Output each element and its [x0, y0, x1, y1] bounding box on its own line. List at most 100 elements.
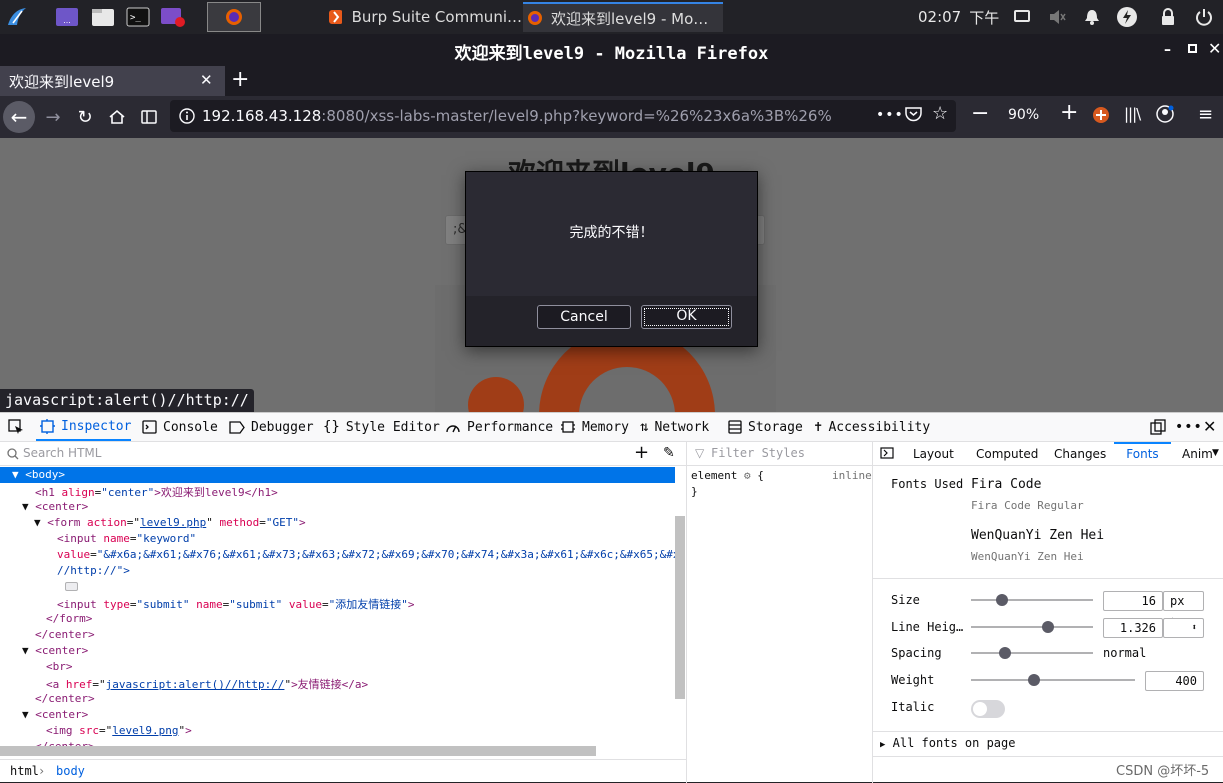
tree-node-img[interactable]: <img src="level9.png"> [46, 724, 192, 740]
back-arrow-icon[interactable]: ← [3, 101, 35, 133]
taskbar-window-firefox[interactable]: 欢迎来到level9 - Mo… [523, 2, 723, 32]
gear-icon[interactable]: ⚙ [744, 469, 751, 482]
tree-node-h1[interactable]: <h1 align="center">欢迎来到level9</h1> [35, 484, 278, 500]
spacing-slider[interactable] [971, 647, 1093, 659]
selected-node-row[interactable] [0, 467, 675, 483]
attr-link[interactable]: level9.png [112, 724, 178, 737]
clock[interactable]: 02:07 下午 [918, 0, 999, 34]
home-icon[interactable] [104, 104, 130, 130]
tree-node-center-close[interactable]: </center> [35, 628, 95, 644]
vertical-scrollbar[interactable] [675, 516, 685, 699]
lock-icon[interactable] [1160, 0, 1176, 34]
devtools-menu-icon[interactable]: ••• [1175, 419, 1203, 435]
reader-sidebar-icon[interactable] [136, 104, 162, 130]
minimize-icon[interactable]: – [1164, 42, 1171, 58]
tab-console[interactable]: Console [142, 413, 218, 441]
tab-layout[interactable]: Layout [913, 447, 954, 461]
app-menu-icon[interactable]: ≡ [1198, 104, 1213, 125]
tab-performance[interactable]: Performance [445, 413, 553, 441]
lineheight-input[interactable]: 1.326 [1103, 618, 1163, 638]
italic-toggle[interactable] [971, 700, 1005, 718]
size-slider[interactable] [971, 594, 1093, 606]
attr-link[interactable]: javascript:alert()//http:// [106, 678, 285, 691]
library-icon[interactable]: |||\ [1124, 105, 1141, 123]
tab-network[interactable]: ⇅ Network [640, 413, 709, 441]
notification-bell-icon[interactable] [1084, 0, 1100, 34]
search-html-input[interactable]: Search HTML [23, 446, 101, 460]
cancel-button[interactable]: Cancel [537, 305, 631, 329]
tab-accessibility[interactable]: ✝ Accessibility [814, 413, 930, 441]
tree-node-form[interactable]: ▼ <form action="level9.php" method="GET"… [34, 516, 306, 532]
display-icon[interactable] [1014, 0, 1030, 34]
workspace-icon[interactable]: ... [54, 4, 80, 30]
tab-computed[interactable]: Computed [976, 447, 1038, 461]
zoom-level[interactable]: 90% [1008, 107, 1039, 123]
bookmark-star-icon[interactable]: ☆ [932, 103, 948, 124]
page-actions-icon[interactable]: ••• [876, 107, 904, 123]
tree-node-input-value[interactable]: value="&#x6a;&#x61;&#x76;&#x61;&#x73;&#x… [57, 548, 675, 564]
tab-close-icon[interactable]: ✕ [200, 71, 213, 89]
size-unit-select[interactable]: px ⬍ [1163, 591, 1204, 626]
screen-recorder-icon[interactable] [160, 4, 186, 30]
weight-slider[interactable] [971, 674, 1135, 686]
account-icon[interactable] [1156, 105, 1174, 127]
breadcrumb-html[interactable]: html [10, 764, 39, 778]
kali-menu-icon[interactable] [4, 4, 30, 30]
tree-node-input-keyword[interactable]: <input name="keyword" [57, 532, 196, 548]
maximize-icon[interactable] [1188, 44, 1197, 53]
tree-node-br[interactable]: <br> [46, 660, 73, 676]
window-close-icon[interactable]: ✕ [1208, 39, 1221, 58]
browser-tab[interactable]: 欢迎来到level9 ✕ [0, 66, 225, 96]
tab-animations[interactable]: Anim [1182, 447, 1213, 461]
zoom-in-icon[interactable]: + [1060, 100, 1078, 125]
lineheight-slider[interactable] [971, 621, 1093, 633]
slider-knob[interactable] [1042, 621, 1054, 633]
zoom-out-icon[interactable]: − [971, 101, 989, 126]
tree-node-center[interactable]: ▼ <center> [22, 500, 88, 516]
dock-options-icon[interactable] [1150, 419, 1166, 439]
forward-arrow-icon[interactable]: → [40, 104, 66, 130]
tree-node-center-2[interactable]: ▼ <center> [22, 644, 88, 660]
site-info-icon[interactable] [178, 107, 196, 125]
new-tab-icon[interactable]: + [231, 67, 249, 93]
tab-memory[interactable]: Memory [560, 413, 629, 441]
slider-knob[interactable] [1028, 674, 1040, 686]
power-manager-icon[interactable] [1116, 0, 1138, 34]
ok-button[interactable]: OK [641, 305, 732, 329]
toggle-pane-icon[interactable] [880, 447, 894, 463]
slider-knob[interactable] [996, 594, 1008, 606]
horizontal-scrollbar[interactable] [0, 746, 596, 756]
tab-storage[interactable]: Storage [728, 413, 803, 441]
tree-node-center-close-2[interactable]: </center> [35, 692, 95, 708]
rule-selector[interactable]: element ⚙ { [691, 469, 764, 482]
firefox-launcher-icon[interactable] [207, 2, 261, 32]
element-picker-icon[interactable] [8, 419, 24, 439]
terminal-icon[interactable]: >_ [125, 4, 151, 30]
tree-node-input-submit[interactable]: <input type="submit" name="submit" value… [57, 596, 414, 612]
devtools-close-icon[interactable]: ✕ [1203, 417, 1216, 436]
taskbar-window-burp[interactable]: Burp Suite Communi… [320, 2, 522, 32]
file-manager-icon[interactable] [90, 4, 116, 30]
tab-fonts[interactable]: Fonts [1114, 442, 1171, 466]
pocket-icon[interactable] [905, 106, 922, 126]
tree-node-center-3[interactable]: ▼ <center> [22, 708, 88, 724]
slider-knob[interactable] [999, 647, 1011, 659]
filter-styles-input[interactable]: Filter Styles [711, 446, 805, 460]
breadcrumb-body[interactable]: body [56, 764, 85, 778]
all-fonts-toggle[interactable]: ▶ All fonts on page [880, 736, 1015, 750]
url-bar[interactable]: 192.168.43.128:8080/xss-labs-master/leve… [170, 100, 956, 132]
tab-inspector[interactable]: Inspector [36, 413, 132, 441]
lineheight-unit-select[interactable]: ⬍ [1163, 618, 1204, 638]
reload-icon[interactable]: ↻ [72, 104, 98, 130]
tree-node-body[interactable]: ▼ <body> [12, 468, 65, 484]
size-input[interactable]: 16 [1103, 591, 1163, 611]
hackbar-extension-icon[interactable] [1092, 106, 1110, 128]
weight-input[interactable]: 400 [1145, 671, 1204, 691]
tab-style-editor[interactable]: {} Style Editor [323, 413, 440, 441]
eyedropper-icon[interactable]: ✎ [663, 445, 675, 461]
add-node-icon[interactable]: + [634, 442, 649, 463]
volume-muted-icon[interactable] [1048, 0, 1066, 34]
tab-changes[interactable]: Changes [1054, 447, 1106, 461]
event-badge-icon[interactable] [65, 582, 78, 591]
tabs-overflow-icon[interactable]: ▼ [1212, 448, 1219, 458]
